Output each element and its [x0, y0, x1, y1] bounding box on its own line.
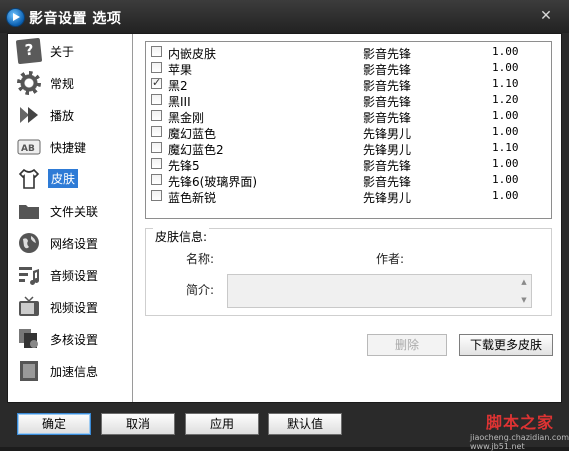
sidebar-item-label: 常规: [50, 77, 75, 91]
skin-checkbox[interactable]: [151, 158, 162, 169]
skin-checkbox[interactable]: [151, 62, 162, 73]
skin-version: 1.00: [492, 61, 519, 74]
speed-icon: [17, 359, 41, 383]
sidebar-item-hotkeys[interactable]: AB 快捷键: [12, 133, 128, 161]
about-icon: [15, 37, 43, 65]
skin-row[interactable]: 魔幻蓝色2 先锋男儿 1.10: [146, 140, 551, 157]
sidebar-item-label: 视频设置: [50, 301, 99, 315]
skin-version: 1.00: [492, 109, 519, 122]
sidebar-item-video[interactable]: 视频设置: [12, 293, 128, 321]
skin-checkbox[interactable]: [151, 46, 162, 57]
sidebar-item-label: 快捷键: [50, 141, 87, 155]
sidebar-item-skins[interactable]: 皮肤: [12, 165, 128, 193]
sidebar-item-label: 网络设置: [50, 237, 99, 251]
sidebar-item-multicore[interactable]: 多核设置: [12, 325, 128, 353]
skin-version: 1.10: [492, 141, 519, 154]
skin-row[interactable]: 先锋6(玻璃界面) 影音先锋 1.00: [146, 172, 551, 189]
skin-checkbox[interactable]: [151, 174, 162, 185]
folder-icon: [17, 199, 41, 223]
skin-version: 1.00: [492, 173, 519, 186]
apply-button[interactable]: 应用: [185, 413, 259, 435]
close-button[interactable]: ✕: [538, 9, 554, 24]
skin-row[interactable]: 黑III 影音先锋 1.20: [146, 92, 551, 109]
skin-version: 1.10: [492, 77, 519, 90]
keyboard-icon: AB: [17, 135, 41, 159]
skin-checkbox[interactable]: [151, 190, 162, 201]
skin-name-label: 名称:: [186, 252, 215, 266]
sidebar-item-acceleration[interactable]: 加速信息: [12, 357, 128, 385]
gear-icon: [17, 71, 41, 95]
skin-info-group: 皮肤信息: 名称: 作者: 简介: ▲ ▼: [145, 228, 552, 316]
skin-version: 1.00: [492, 45, 519, 58]
sidebar-item-label: 关于: [50, 45, 75, 59]
title-bar[interactable]: 影音设置 选项 ✕: [0, 0, 569, 33]
skin-version: 1.20: [492, 93, 519, 106]
sidebar-item-label: 播放: [50, 109, 75, 123]
scroll-down-icon[interactable]: ▼: [520, 296, 528, 304]
svg-text:AB: AB: [21, 144, 35, 154]
skin-checkbox[interactable]: [151, 142, 162, 153]
dialog-body: 关于 常规 播放 AB 快捷键 皮肤 文件关联: [7, 33, 562, 403]
sidebar-item-label: 加速信息: [50, 365, 99, 379]
skin-checkbox[interactable]: [151, 110, 162, 121]
delete-skin-button[interactable]: 删除: [367, 334, 447, 356]
skin-name: 蓝色新锐: [168, 191, 217, 205]
skin-row[interactable]: 黑金刚 影音先锋 1.00: [146, 108, 551, 125]
sidebar-item-audio[interactable]: 音频设置: [12, 261, 128, 289]
skin-info-legend: 皮肤信息:: [153, 228, 210, 245]
window-title: 影音设置 选项: [29, 11, 122, 27]
skin-author: 先锋男儿: [363, 191, 412, 205]
tv-icon: [17, 295, 41, 319]
scroll-up-icon[interactable]: ▲: [520, 278, 528, 286]
skin-version: 1.00: [492, 157, 519, 170]
ok-button[interactable]: 确定: [17, 413, 91, 435]
skin-list[interactable]: 内嵌皮肤 影音先锋 1.00 苹果 影音先锋 1.00 黑2 影音先锋 1.10: [145, 41, 552, 219]
skin-checkbox[interactable]: [151, 76, 162, 89]
app-logo-icon: [6, 8, 25, 27]
skin-version: 1.00: [492, 125, 519, 138]
skin-panel: 内嵌皮肤 影音先锋 1.00 苹果 影音先锋 1.00 黑2 影音先锋 1.10: [136, 34, 561, 402]
sidebar-item-label: 皮肤: [48, 169, 79, 188]
skin-checkbox[interactable]: [151, 126, 162, 137]
globe-icon: [17, 231, 41, 255]
sidebar-item-file-assoc[interactable]: 文件关联: [12, 197, 128, 225]
options-window: 影音设置 选项 ✕ 关于 常规 播放 AB 快捷键 皮肤: [0, 0, 569, 451]
skin-row[interactable]: 黑2 影音先锋 1.10: [146, 76, 551, 93]
skin-row[interactable]: 内嵌皮肤 影音先锋 1.00: [146, 44, 551, 61]
multicore-icon: [17, 327, 41, 351]
skin-version: 1.00: [492, 189, 519, 202]
sidebar: 关于 常规 播放 AB 快捷键 皮肤 文件关联: [8, 34, 133, 402]
watermark-text: 脚本之家: [486, 413, 555, 432]
sidebar-item-label: 文件关联: [50, 205, 99, 219]
shirt-icon: [17, 167, 41, 191]
skin-row[interactable]: 蓝色新锐 先锋男儿 1.00: [146, 188, 551, 205]
sidebar-item-label: 多核设置: [50, 333, 99, 347]
sidebar-item-about[interactable]: 关于: [12, 37, 128, 65]
skin-intro-field[interactable]: ▲ ▼: [227, 274, 532, 308]
skin-row[interactable]: 苹果 影音先锋 1.00: [146, 60, 551, 77]
skin-intro-label: 简介:: [186, 283, 215, 297]
watermark-subtext: jiaocheng.chazidian.com www.jb51.net: [470, 433, 569, 451]
skin-row[interactable]: 先锋5 影音先锋 1.00: [146, 156, 551, 173]
equalizer-icon: [17, 263, 41, 287]
skin-author-label: 作者:: [376, 252, 405, 266]
sidebar-item-general[interactable]: 常规: [12, 69, 128, 97]
skin-row[interactable]: 魔幻蓝色 先锋男儿 1.00: [146, 124, 551, 141]
download-more-skins-button[interactable]: 下载更多皮肤: [459, 334, 553, 356]
default-button[interactable]: 默认值: [268, 413, 342, 435]
sidebar-item-label: 音频设置: [50, 269, 99, 283]
cancel-button[interactable]: 取消: [101, 413, 175, 435]
skin-checkbox[interactable]: [151, 94, 162, 105]
sidebar-item-network[interactable]: 网络设置: [12, 229, 128, 257]
sidebar-item-playback[interactable]: 播放: [12, 101, 128, 129]
play-icon: [17, 103, 41, 127]
